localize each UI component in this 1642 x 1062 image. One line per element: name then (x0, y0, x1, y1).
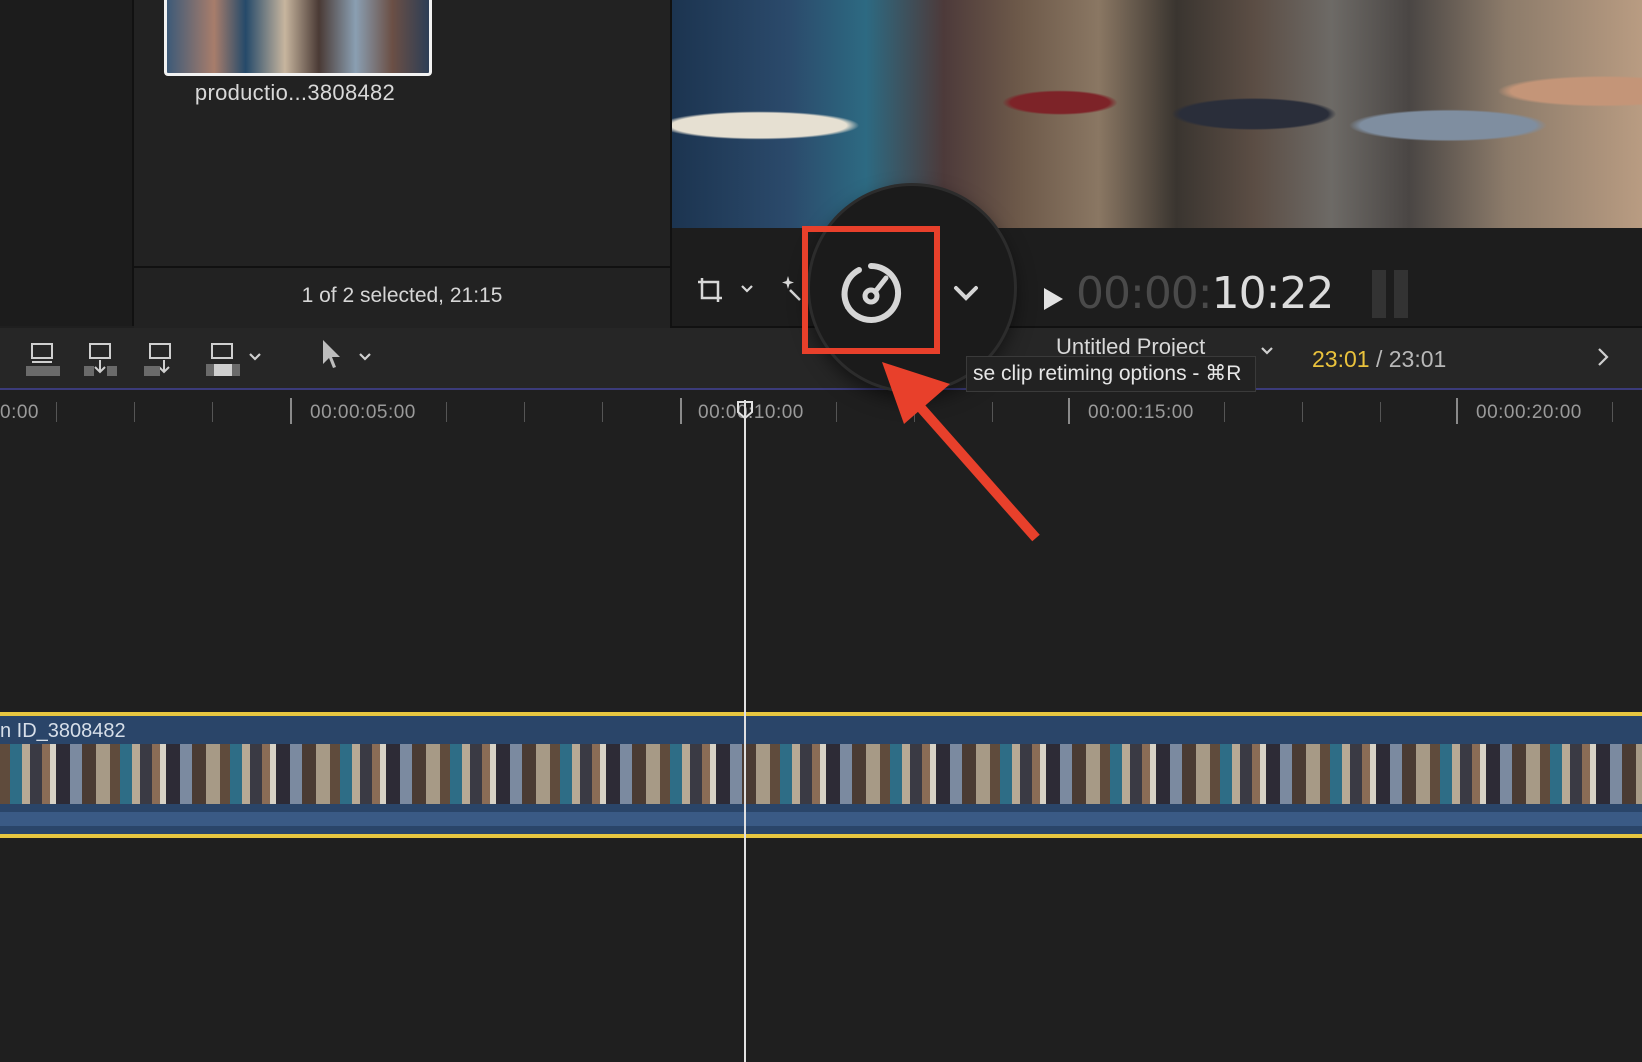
clip-audio-strip (0, 812, 1642, 826)
chevron-down-icon[interactable] (248, 352, 262, 362)
ruler-tick (290, 398, 292, 424)
chevron-down-icon[interactable] (740, 284, 754, 294)
chevron-right-icon[interactable] (1596, 346, 1610, 368)
ruler-label: 00:00:15:00 (1088, 402, 1194, 423)
ruler-label: 0:00 (0, 402, 39, 423)
timeline-ruler[interactable]: 0:00 00:00:05:00 00:00:10:00 00:00:15:00… (0, 390, 1642, 430)
ruler-tick (836, 402, 837, 422)
play-icon[interactable] (1044, 288, 1063, 310)
chevron-down-icon[interactable] (358, 352, 372, 362)
playhead[interactable] (744, 400, 746, 1062)
duration-readout: 23:01 / 23:01 (1312, 346, 1446, 373)
timecode-seconds-frames: 10:22 (1211, 268, 1335, 319)
append-clip-icon[interactable] (24, 340, 64, 380)
audio-meter-right (1394, 270, 1408, 318)
media-browser: productio...3808482 (134, 0, 672, 266)
ruler-tick (1302, 402, 1303, 422)
ruler-tick (212, 402, 213, 422)
browser-status-bar: 1 of 2 selected, 21:15 (134, 266, 672, 328)
chevron-down-icon[interactable] (952, 284, 980, 304)
clip-name: n ID_3808482 (0, 720, 126, 742)
viewer-video-frame (672, 0, 1642, 228)
ruler-tick (134, 402, 135, 422)
duration-separator: / (1369, 346, 1389, 372)
ruler-tick (524, 402, 525, 422)
timeline-clip[interactable]: n ID_3808482 (0, 712, 1642, 838)
audio-meter-left (1372, 270, 1386, 318)
connect-clip-icon[interactable] (142, 340, 182, 380)
highlight-box (802, 226, 940, 354)
arrow-pointer-icon[interactable] (320, 338, 342, 370)
ruler-tick (446, 402, 447, 422)
annotation-arrow (882, 362, 1040, 542)
duration-current: 23:01 (1312, 346, 1370, 372)
overwrite-clip-icon[interactable] (204, 340, 244, 380)
timecode-display: 00:00:10:22 (1076, 268, 1335, 319)
clip-thumbnail[interactable] (164, 0, 432, 76)
ruler-tick (1224, 402, 1225, 422)
ruler-tick (56, 402, 57, 422)
clip-filmstrip (0, 744, 1642, 804)
crop-transform-icon[interactable] (696, 276, 724, 304)
ruler-tick (1380, 402, 1381, 422)
ruler-label: 00:00:05:00 (310, 402, 416, 423)
playhead-handle[interactable] (736, 400, 754, 420)
duration-total: 23:01 (1388, 346, 1447, 372)
ruler-tick (1612, 402, 1613, 422)
insert-clip-icon[interactable] (82, 340, 122, 380)
sidebar-gutter (0, 0, 134, 326)
ruler-tick (1456, 398, 1458, 424)
ruler-tick (680, 398, 682, 424)
ruler-tick (1068, 398, 1070, 424)
chevron-down-icon[interactable] (1260, 346, 1274, 356)
timeline-area[interactable]: n ID_3808482 (0, 430, 1642, 1062)
selection-status: 1 of 2 selected, 21:15 (301, 284, 503, 307)
ruler-tick (602, 402, 603, 422)
ruler-label: 00:00:20:00 (1476, 402, 1582, 423)
clip-thumbnail-name: productio...3808482 (194, 80, 396, 105)
timecode-hours-minutes: 00:00: (1076, 268, 1213, 319)
